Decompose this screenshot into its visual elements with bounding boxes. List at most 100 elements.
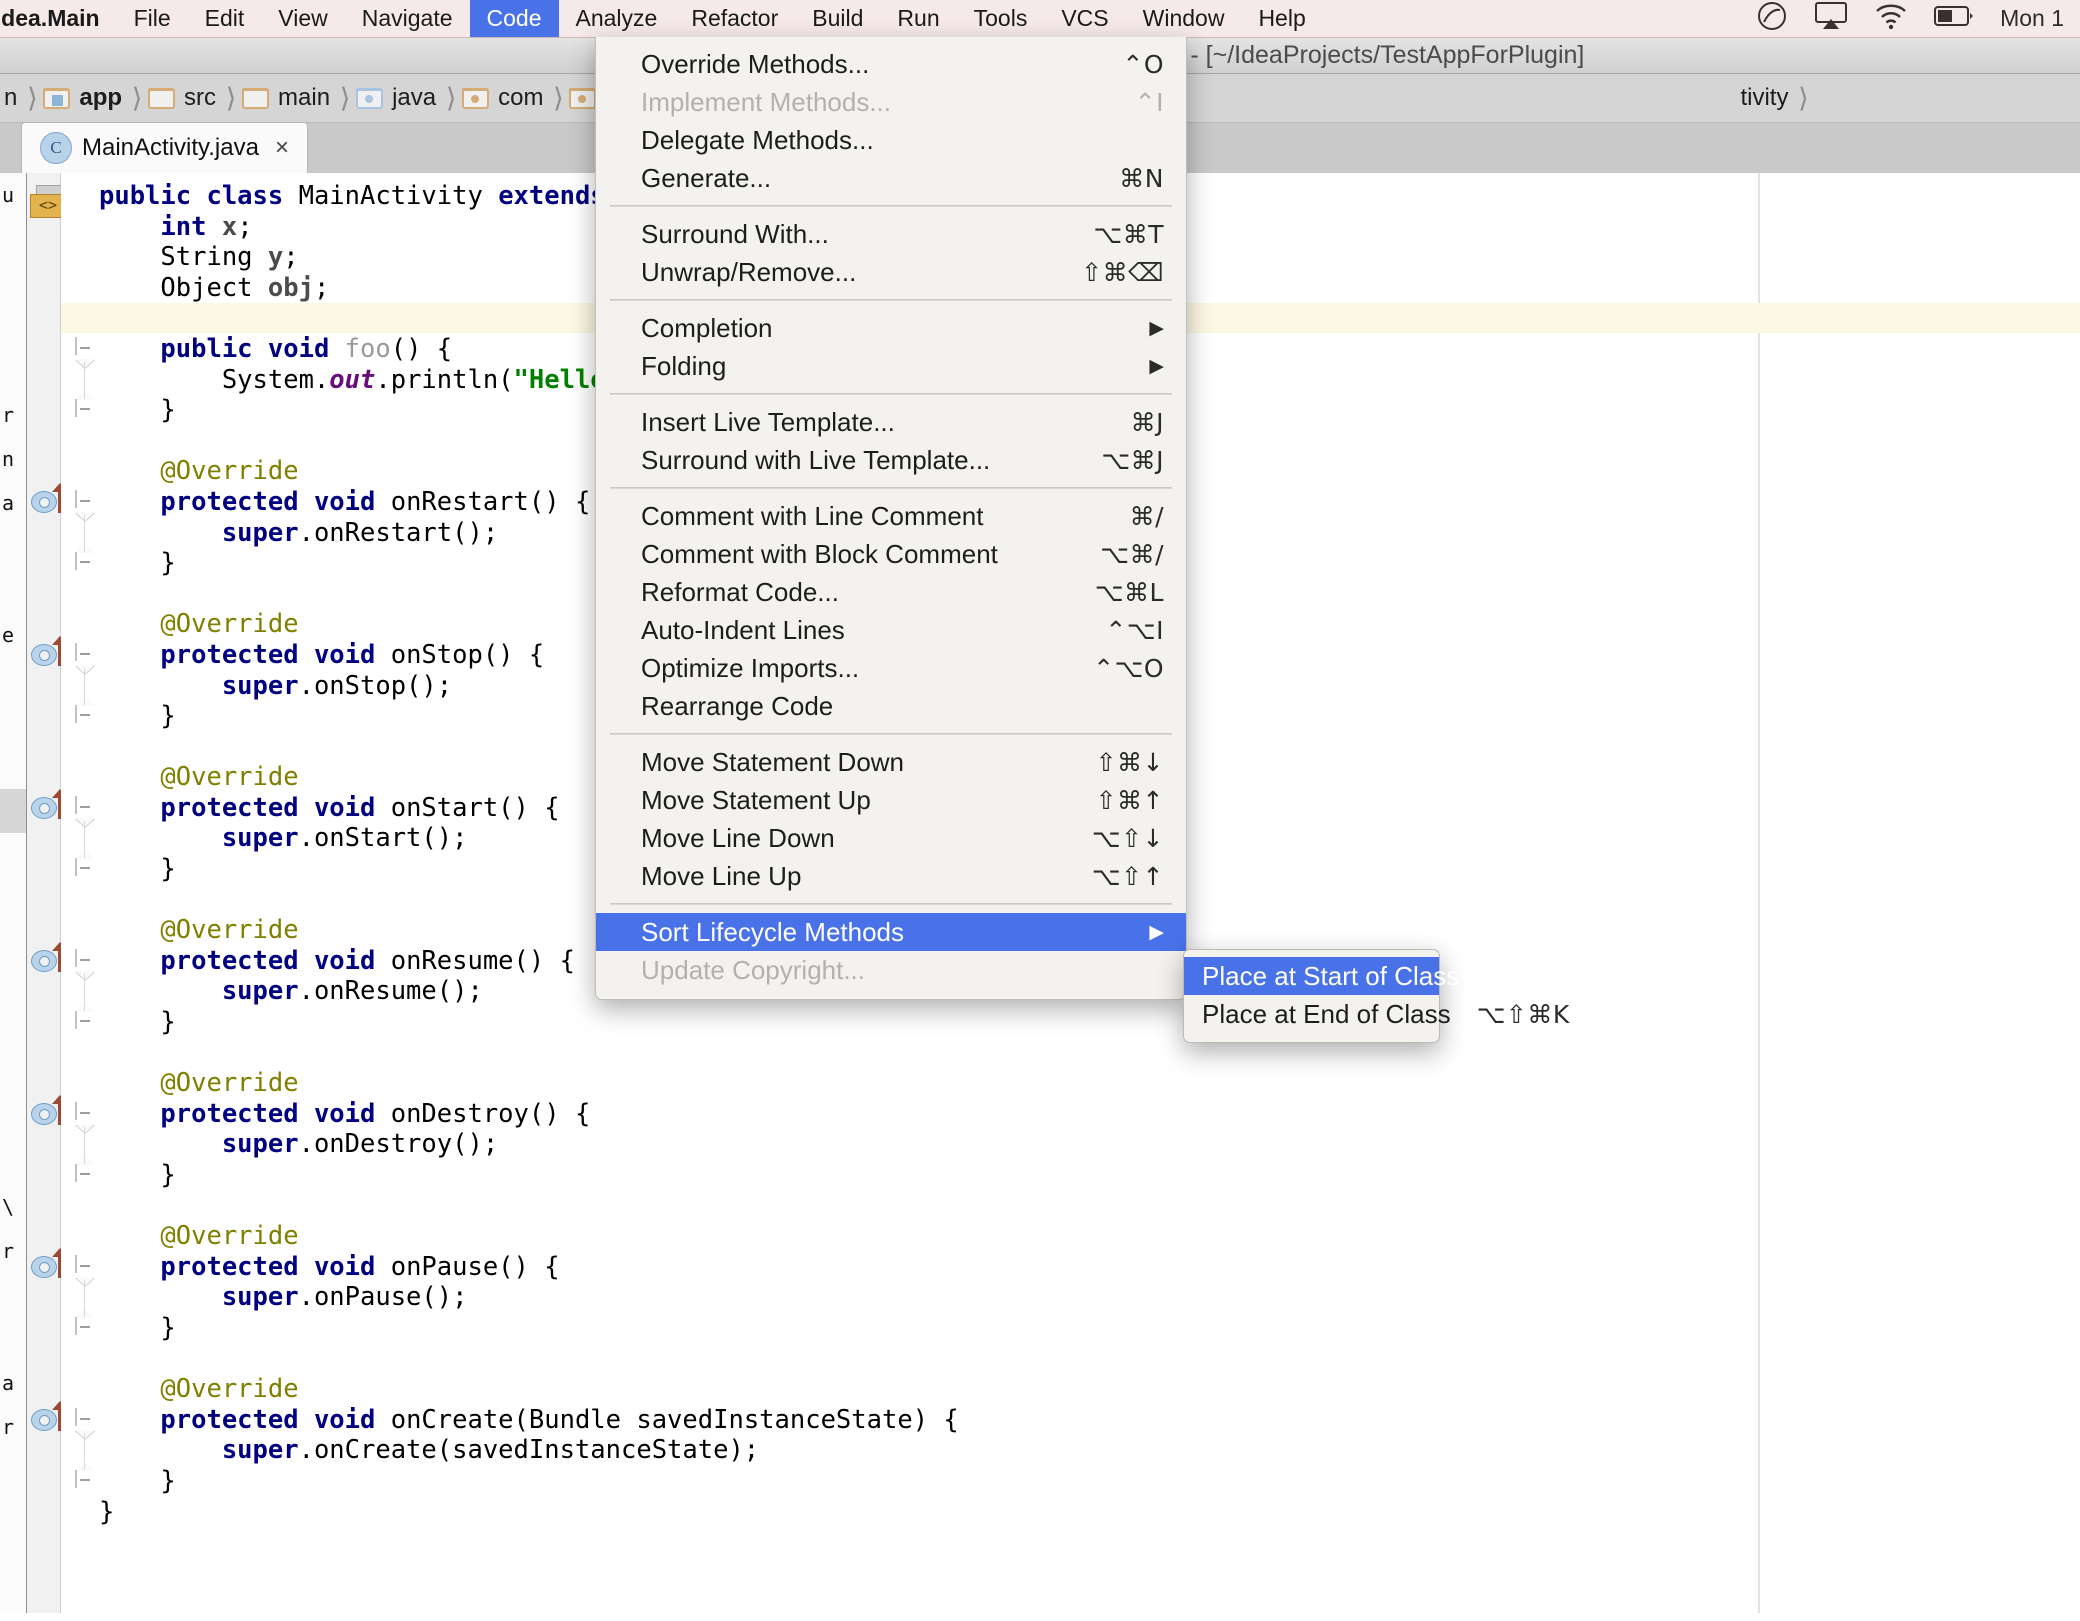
project-tree-row[interactable]: a	[0, 481, 26, 525]
menubar-item-vcs[interactable]: VCS	[1044, 0, 1125, 37]
project-tree-row[interactable]: \	[0, 1185, 26, 1229]
menu-item-comment-with-line-comment[interactable]: Comment with Line Comment⌘/	[596, 497, 1186, 535]
code-token: protected	[160, 793, 314, 823]
project-tree-row[interactable]	[0, 305, 26, 349]
menu-item-move-line-up[interactable]: Move Line Up⌥⇧↑	[596, 857, 1186, 895]
code-line: }	[61, 1466, 2080, 1497]
breadcrumb-item-com[interactable]: com	[462, 74, 547, 122]
menu-item-label: Comment with Line Comment	[641, 501, 983, 532]
menu-item-surround-with[interactable]: Surround With...⌥⌘T	[596, 215, 1186, 253]
menu-item-generate[interactable]: Generate...⌘N	[596, 159, 1186, 197]
menubar-item-file[interactable]: File	[117, 0, 188, 37]
breadcrumb-item-java[interactable]: java	[356, 74, 440, 122]
project-tree-row[interactable]: n	[0, 437, 26, 481]
code-token: .println(	[375, 365, 513, 395]
code-token: void	[314, 640, 391, 670]
breadcrumb-label: n	[0, 84, 21, 112]
menu-item-completion[interactable]: Completion▶	[596, 309, 1186, 347]
menubar-item-analyze[interactable]: Analyze	[559, 0, 675, 37]
menubar-item-run[interactable]: Run	[880, 0, 956, 37]
project-tree-row[interactable]	[0, 349, 26, 393]
menu-item-move-line-down[interactable]: Move Line Down⌥⇧↓	[596, 819, 1186, 857]
project-tree-row[interactable]	[0, 1273, 26, 1317]
breadcrumb-item-n[interactable]: n	[0, 74, 21, 122]
project-tree-row[interactable]	[0, 525, 26, 569]
menu-item-folding[interactable]: Folding▶	[596, 347, 1186, 385]
project-tree-row[interactable]	[0, 1053, 26, 1097]
menu-item-label: Optimize Imports...	[641, 653, 859, 684]
tab-mainactivity-java[interactable]: C MainActivity.java ×	[22, 123, 307, 173]
breadcrumb-item-src[interactable]: src	[148, 74, 220, 122]
menu-item-surround-with-live-template[interactable]: Surround with Live Template...⌥⌘J	[596, 441, 1186, 479]
menubar-item-navigate[interactable]: Navigate	[345, 0, 470, 37]
menu-item-insert-live-template[interactable]: Insert Live Template...⌘J	[596, 403, 1186, 441]
menubar-item-code[interactable]: Code	[470, 0, 559, 37]
submenu-item-place-at-start-of-class[interactable]: Place at Start of Class⌥⌘K	[1184, 957, 1439, 995]
do-not-disturb-icon[interactable]	[1756, 0, 1788, 38]
project-tree-row[interactable]	[0, 965, 26, 1009]
project-tree-row[interactable]	[0, 701, 26, 745]
project-tree-row[interactable]	[0, 789, 26, 833]
project-tree-row[interactable]: u	[0, 173, 26, 217]
project-tree-row[interactable]	[0, 657, 26, 701]
breadcrumb-item-app[interactable]: app	[43, 74, 126, 122]
project-tree-row[interactable]	[0, 1141, 26, 1185]
wifi-icon[interactable]	[1874, 2, 1908, 36]
menubar-app-name[interactable]: j.idea.Main	[0, 0, 117, 37]
menu-item-auto-indent-lines[interactable]: Auto-Indent Lines⌃⌥I	[596, 611, 1186, 649]
menubar-item-window[interactable]: Window	[1126, 0, 1242, 37]
project-tree-row[interactable]: e	[0, 613, 26, 657]
project-tree-row[interactable]	[0, 217, 26, 261]
menubar-item-build[interactable]: Build	[795, 0, 880, 37]
breadcrumb-item-overflow[interactable]: tivity ⟩	[1736, 74, 1814, 122]
menu-item-delegate-methods[interactable]: Delegate Methods...	[596, 121, 1186, 159]
menu-item-comment-with-block-comment[interactable]: Comment with Block Comment⌥⌘/	[596, 535, 1186, 573]
project-tree-row[interactable]: r	[0, 1405, 26, 1449]
project-tree-row[interactable]	[0, 569, 26, 613]
code-line: }	[61, 1007, 2080, 1038]
breadcrumb-item-main[interactable]: main	[242, 74, 334, 122]
menu-item-override-methods[interactable]: Override Methods...⌃O	[596, 45, 1186, 83]
code-menu-dropdown[interactable]: Override Methods...⌃OImplement Methods..…	[595, 37, 1187, 1000]
project-tree-row[interactable]	[0, 1097, 26, 1141]
project-tree-row[interactable]: r	[0, 1229, 26, 1273]
project-tree-row[interactable]	[0, 261, 26, 305]
menu-item-sort-lifecycle-methods[interactable]: Sort Lifecycle Methods▶	[596, 913, 1186, 951]
menubar-item-help[interactable]: Help	[1241, 0, 1322, 37]
code-token	[99, 212, 160, 242]
menubar-item-view[interactable]: View	[261, 0, 344, 37]
project-tree-row[interactable]: r	[0, 393, 26, 437]
code-token: void	[268, 334, 345, 364]
project-tree-row[interactable]	[0, 1009, 26, 1053]
project-tree-row[interactable]: a	[0, 1361, 26, 1405]
submenu-item-place-at-end-of-class[interactable]: Place at End of Class⌥⇧⌘K	[1184, 995, 1439, 1033]
menu-item-unwrap-remove[interactable]: Unwrap/Remove...⇧⌘⌫	[596, 253, 1186, 291]
code-token: ;	[314, 273, 329, 303]
code-token: @Override	[99, 609, 299, 639]
code-token: }	[99, 701, 176, 731]
menubar-item-tools[interactable]: Tools	[957, 0, 1045, 37]
menubar-item-refactor[interactable]: Refactor	[674, 0, 795, 37]
close-icon[interactable]: ×	[275, 134, 289, 162]
menubar-clock[interactable]: Mon 1	[2000, 5, 2068, 32]
menu-item-rearrange-code[interactable]: Rearrange Code	[596, 687, 1186, 725]
editor-gutter[interactable]: <>	[27, 173, 61, 1613]
project-tree-row[interactable]	[0, 1317, 26, 1361]
folder-plain-icon	[148, 88, 175, 109]
mac-menu-bar: j.idea.Main FileEditViewNavigateCodeAnal…	[0, 0, 2080, 38]
menu-item-move-statement-up[interactable]: Move Statement Up⇧⌘↑	[596, 781, 1186, 819]
menu-item-label: Move Line Down	[641, 823, 835, 854]
menu-item-optimize-imports[interactable]: Optimize Imports...⌃⌥O	[596, 649, 1186, 687]
battery-icon[interactable]	[1934, 5, 1974, 33]
project-tree-row[interactable]	[0, 921, 26, 965]
airplay-icon[interactable]	[1814, 1, 1848, 37]
menu-item-move-statement-down[interactable]: Move Statement Down⇧⌘↓	[596, 743, 1186, 781]
sort-lifecycle-methods-submenu[interactable]: Place at Start of Class⌥⌘KPlace at End o…	[1183, 949, 1440, 1043]
project-tree-row[interactable]	[0, 877, 26, 921]
folder-source-icon	[356, 88, 383, 109]
menu-item-reformat-code[interactable]: Reformat Code...⌥⌘L	[596, 573, 1186, 611]
menubar-item-edit[interactable]: Edit	[188, 0, 262, 37]
project-tree-row[interactable]	[0, 833, 26, 877]
project-tree-row[interactable]	[0, 745, 26, 789]
project-tree-strip[interactable]: urnae\rar	[0, 173, 27, 1613]
